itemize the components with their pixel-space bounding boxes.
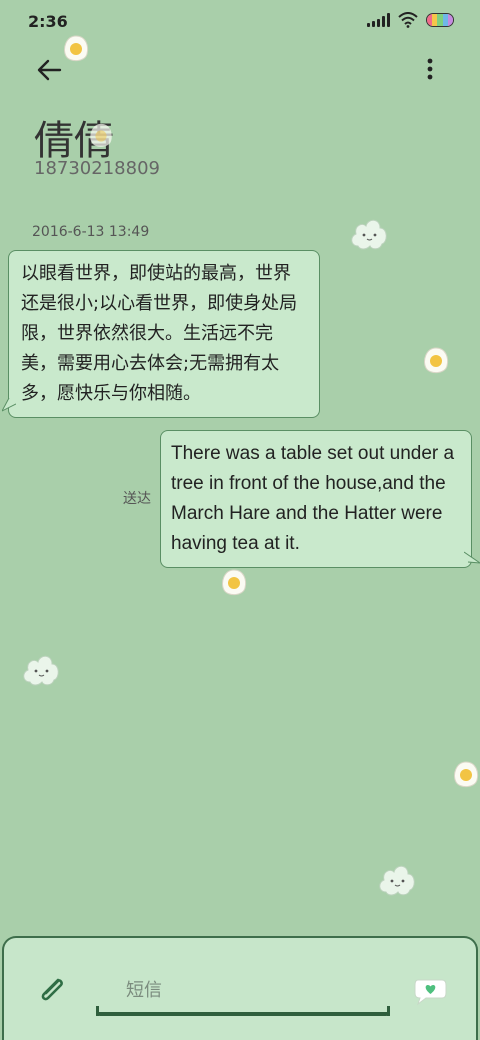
outgoing-message-bubble[interactable]: There was a table set out under a tree i… bbox=[160, 430, 472, 568]
cloud-sticker-icon bbox=[351, 219, 387, 250]
cloud-sticker-icon bbox=[23, 655, 59, 686]
send-message-icon[interactable] bbox=[412, 976, 448, 1006]
bubble-tail bbox=[2, 398, 16, 412]
egg-sticker-icon bbox=[221, 569, 247, 596]
battery-icon bbox=[426, 13, 454, 27]
contact-number: 18730218809 bbox=[34, 158, 160, 179]
wifi-icon bbox=[398, 12, 418, 28]
bubble-tail bbox=[464, 551, 480, 564]
delivery-status: 送达 bbox=[123, 491, 151, 507]
egg-sticker-icon bbox=[423, 347, 449, 374]
paperclip-icon[interactable] bbox=[36, 974, 66, 1004]
status-time: 2:36 bbox=[28, 12, 68, 31]
message-input[interactable] bbox=[126, 976, 366, 1004]
message-input-container bbox=[96, 964, 390, 1016]
message-timestamp: 2016-6-13 13:49 bbox=[32, 224, 150, 240]
egg-sticker-icon bbox=[90, 123, 112, 147]
signal-icon bbox=[367, 13, 390, 27]
egg-sticker-icon bbox=[63, 35, 89, 62]
incoming-message-bubble[interactable]: 以眼看世界，即使站的最高，世界还是很小;以心看世界，即使身处局限，世界依然很大。… bbox=[8, 250, 320, 418]
more-options-icon[interactable] bbox=[420, 54, 440, 86]
cloud-sticker-icon bbox=[379, 865, 415, 896]
egg-sticker-icon bbox=[453, 761, 479, 788]
status-icons bbox=[367, 12, 454, 28]
